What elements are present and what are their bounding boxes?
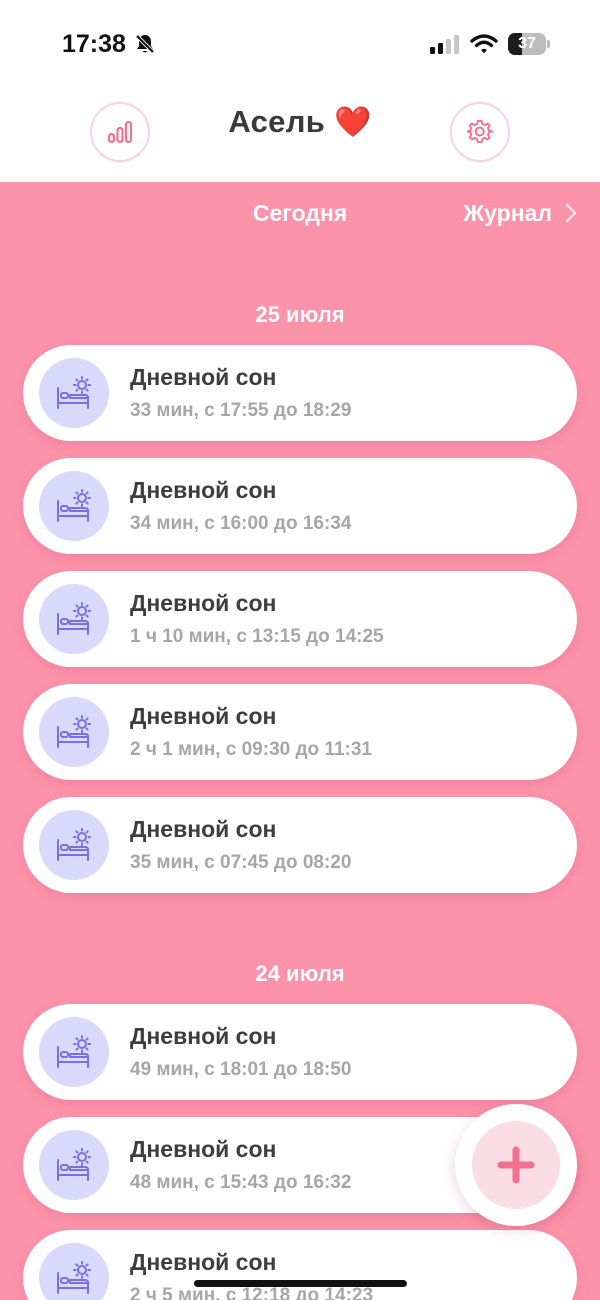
entry-details: 49 мин, с 18:01 до 18:50 (130, 1059, 352, 1080)
status-bar: 17:38 37 (0, 0, 600, 90)
bed-sun-icon (57, 376, 91, 409)
battery-body: 37 (508, 33, 546, 55)
entry-title: Дневной сон (130, 1136, 277, 1162)
bed-sun-icon-badge (39, 810, 109, 880)
date-header: 25 июля (255, 302, 345, 327)
home-indicator[interactable] (194, 1280, 407, 1287)
entry-details: 1 ч 10 мин, с 13:15 до 14:25 (130, 626, 384, 647)
entry-title: Дневной сон (130, 1249, 277, 1275)
entry-title: Дневной сон (130, 1023, 277, 1049)
entry-title: Дневной сон (130, 364, 277, 390)
bed-sun-icon (57, 489, 91, 522)
top-area: 17:38 37 Асель ❤️ (0, 0, 600, 182)
bed-sun-icon (57, 602, 91, 635)
settings-button[interactable] (450, 102, 510, 162)
add-entry-button[interactable] (455, 1104, 577, 1226)
gear-icon (467, 119, 493, 144)
sleep-entry-card[interactable]: Дневной сон 2 ч 1 мин, с 09:30 до 11:31 (23, 684, 577, 780)
sleep-entry-card[interactable]: Дневной сон 2 ч 5 мин, с 12:18 до 14:23 (23, 1230, 577, 1300)
plus-icon (497, 1146, 535, 1184)
entry-title: Дневной сон (130, 816, 277, 842)
bed-sun-icon (57, 1261, 91, 1294)
bed-sun-icon-badge (39, 1243, 109, 1300)
entry-title: Дневной сон (130, 703, 277, 729)
entry-details: 34 мин, с 16:00 до 16:34 (130, 513, 352, 534)
entry-details: 33 мин, с 17:55 до 18:29 (130, 400, 352, 421)
bed-sun-icon-badge (39, 584, 109, 654)
status-time: 17:38 (62, 30, 126, 58)
battery-indicator: 37 (508, 33, 550, 55)
entry-details: 48 мин, с 15:43 до 16:32 (130, 1172, 352, 1193)
cellular-signal-icon (430, 35, 459, 54)
chevron-right-icon[interactable] (564, 202, 578, 224)
bed-sun-icon-badge (39, 1017, 109, 1087)
journal-link[interactable]: Журнал (463, 200, 552, 227)
sleep-entry-card[interactable]: Дневной сон 34 мин, с 16:00 до 16:34 (23, 458, 577, 554)
date-navigation: Сегодня Журнал (0, 182, 600, 244)
entry-title: Дневной сон (130, 590, 277, 616)
child-name: Асель (228, 104, 326, 139)
bed-sun-icon-badge (39, 358, 109, 428)
sleep-entry-card[interactable]: Дневной сон 33 мин, с 17:55 до 18:29 (23, 345, 577, 441)
entry-details: 35 мин, с 07:45 до 08:20 (130, 852, 352, 873)
bed-sun-icon (57, 828, 91, 861)
page-title: Асель ❤️ (0, 104, 600, 140)
bed-sun-icon (57, 715, 91, 748)
bed-sun-icon (57, 1035, 91, 1068)
entry-details: 2 ч 5 мин, с 12:18 до 14:23 (130, 1285, 374, 1300)
bed-sun-icon (57, 1148, 91, 1181)
bed-sun-icon-badge (39, 471, 109, 541)
heart-emoji: ❤️ (333, 106, 372, 139)
sleep-entry-card[interactable]: Дневной сон 49 мин, с 18:01 до 18:50 (23, 1004, 577, 1100)
add-entry-button-inner[interactable] (472, 1121, 560, 1209)
bed-sun-icon-badge (39, 697, 109, 767)
entry-title: Дневной сон (130, 477, 277, 503)
entry-details: 2 ч 1 мин, с 09:30 до 11:31 (130, 739, 372, 760)
bell-off-icon (135, 34, 155, 54)
sleep-entry-card[interactable]: Дневной сон 35 мин, с 07:45 до 08:20 (23, 797, 577, 893)
wifi-icon (470, 34, 498, 54)
battery-percent: 37 (518, 35, 536, 52)
sleep-entry-card[interactable]: Дневной сон 1 ч 10 мин, с 13:15 до 14:25 (23, 571, 577, 667)
battery-tip (547, 40, 550, 48)
bed-sun-icon-badge (39, 1130, 109, 1200)
date-header: 24 июля (255, 961, 345, 986)
